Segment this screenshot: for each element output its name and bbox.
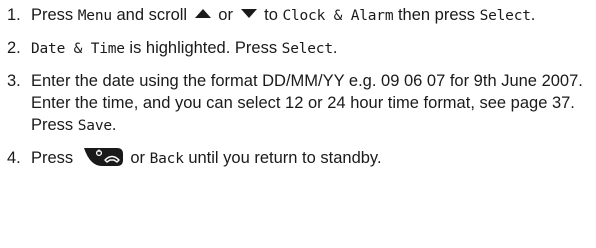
text-run: or [213, 6, 238, 24]
text-run: . [530, 6, 536, 24]
text-run: then press [393, 6, 480, 24]
text-run: Press [31, 6, 78, 24]
step-number: 4. [7, 149, 21, 167]
step-number: 1. [7, 6, 21, 24]
text-run: . [332, 39, 338, 57]
text-run: . [111, 116, 117, 134]
text-run: Press [31, 149, 78, 167]
down-arrow-icon [240, 9, 257, 18]
up-arrow-icon [194, 9, 211, 18]
date-time-menu-label: Date & Time [31, 41, 125, 57]
text-run: or [125, 149, 150, 167]
step-text: Press Menu and scroll or to Clock & Alar… [31, 4, 593, 27]
text-run: to [259, 6, 283, 24]
step-text: Enter the date using the format DD/MM/YY… [31, 70, 593, 137]
step-1: 1. Press Menu and scroll or to Clock & A… [7, 4, 593, 27]
back-key-label: Back [149, 151, 184, 167]
text-run: and scroll [111, 6, 192, 24]
step-number: 2. [7, 39, 21, 57]
select-key-label: Select [281, 41, 333, 57]
select-key-label: Select [479, 8, 531, 24]
step-4: 4. Press or Back until you return to sta… [7, 147, 593, 170]
step-text: Press or Back until you return to standb… [31, 147, 593, 170]
clock-alarm-menu-label: Clock & Alarm [282, 8, 394, 24]
step-2: 2. Date & Time is highlighted. Press Sel… [7, 37, 593, 60]
menu-key-label: Menu [77, 8, 112, 24]
save-key-label: Save [77, 118, 112, 134]
instruction-list: 1. Press Menu and scroll or to Clock & A… [7, 4, 593, 180]
text-run: is highlighted. Press [124, 39, 282, 57]
step-3: 3. Enter the date using the format DD/MM… [7, 70, 593, 137]
end-call-key-icon [83, 148, 123, 166]
step-text: Date & Time is highlighted. Press Select… [31, 37, 593, 60]
text-run: until you return to standby. [183, 149, 382, 167]
step-number: 3. [7, 72, 21, 90]
